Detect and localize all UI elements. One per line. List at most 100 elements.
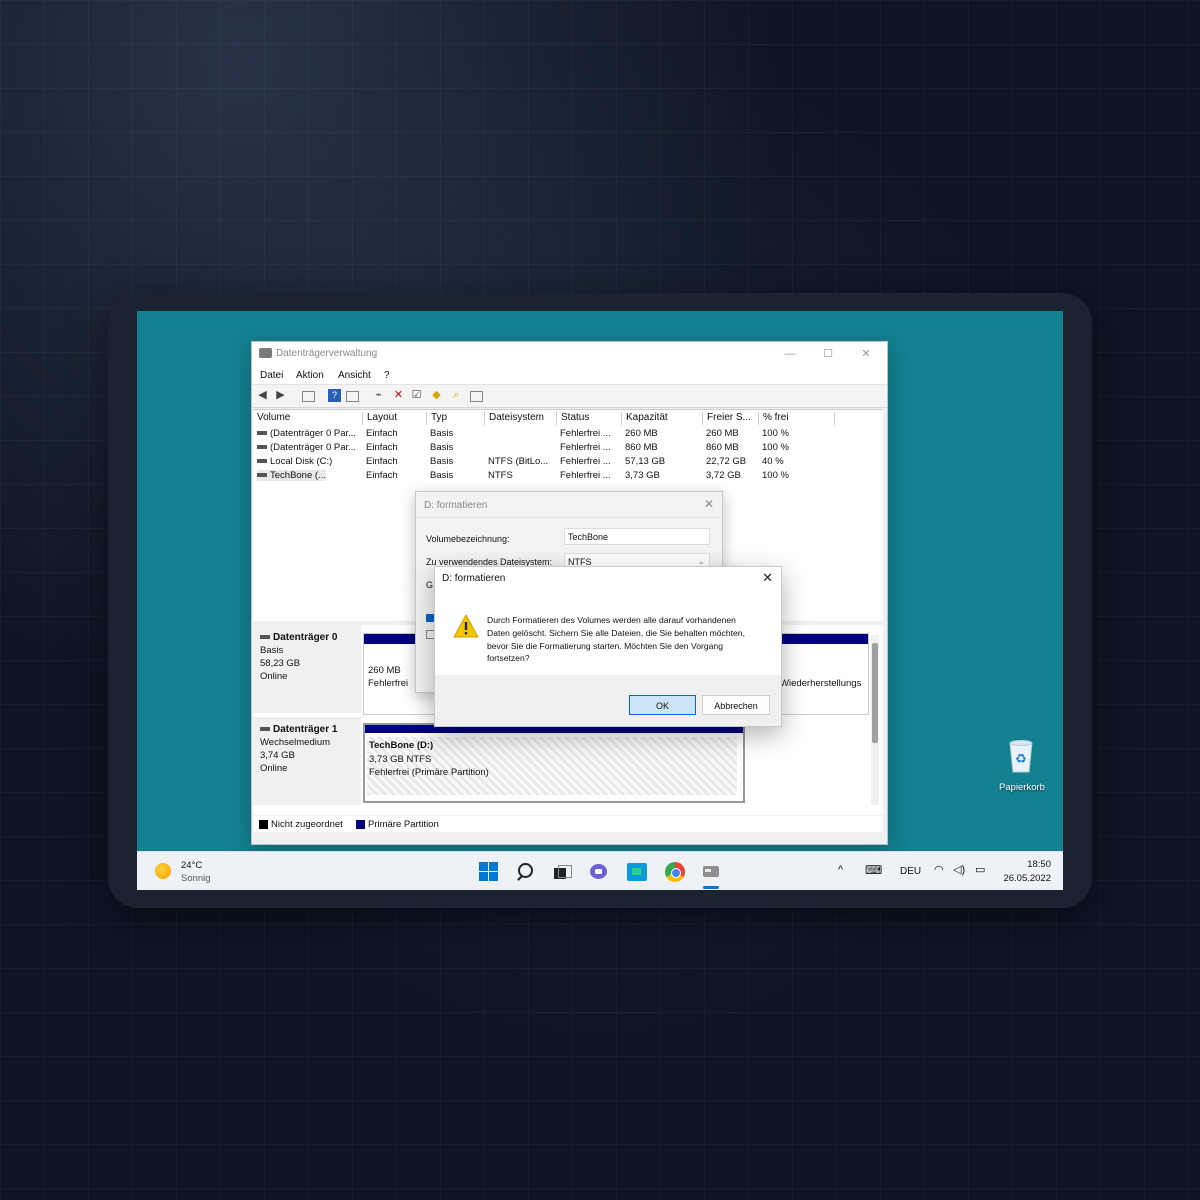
- close-button[interactable]: ✕: [855, 346, 877, 362]
- maximize-button[interactable]: ☐: [817, 346, 839, 362]
- drive-icon: [257, 445, 267, 450]
- confirm-dialog-title: D: formatieren: [442, 573, 506, 584]
- cancel-button[interactable]: Abbrechen: [702, 695, 770, 715]
- disk0-status: Online: [260, 671, 288, 682]
- menu-ansicht[interactable]: Ansicht: [338, 370, 371, 381]
- confirm-dialog: D: formatieren ✕ Durch Formatieren des V…: [434, 566, 782, 727]
- help-icon[interactable]: ?: [328, 389, 341, 402]
- task-view-icon[interactable]: [552, 862, 572, 882]
- col-typ[interactable]: Typ: [426, 412, 447, 425]
- settings-icon[interactable]: [470, 391, 483, 402]
- col-dateisystem[interactable]: Dateisystem: [484, 412, 544, 425]
- table-row[interactable]: Local Disk (C:) Einfach Basis NTFS (BitL…: [253, 455, 883, 469]
- disk1-status: Online: [260, 763, 288, 774]
- format-dialog-title: D: formatieren: [424, 500, 488, 511]
- disk0-partition1[interactable]: 260 MB Fehlerfrei: [368, 664, 408, 690]
- legend-primary-swatch: [356, 820, 365, 829]
- volume-icon[interactable]: ◁): [953, 863, 965, 876]
- desktop-screen: Datenträgerverwaltung — ☐ ✕ Datei Aktion…: [137, 311, 1063, 890]
- scrollbar-thumb[interactable]: [872, 643, 878, 743]
- volume-list-header: Volume Layout Typ Dateisystem Status Kap…: [253, 409, 883, 426]
- toolbar: ◀ ▶ ? ⌁ ✕ ☑ ◆ ⌕: [252, 384, 887, 408]
- menu-bar: Datei Aktion Ansicht ?: [252, 366, 887, 384]
- minimize-button[interactable]: —: [779, 346, 801, 362]
- ok-button[interactable]: OK: [629, 695, 696, 715]
- disk-management-taskbar-icon[interactable]: [701, 862, 721, 882]
- svg-text:♻: ♻: [1015, 752, 1027, 767]
- app-icon: [259, 348, 272, 358]
- battery-icon[interactable]: ▭: [975, 863, 985, 876]
- properties-icon[interactable]: [346, 391, 359, 402]
- store-icon[interactable]: [627, 862, 647, 882]
- legend-primary: Primäre Partition: [368, 819, 439, 830]
- col-freier[interactable]: Freier S...: [702, 412, 751, 425]
- partition-size: 3,73 GB NTFS: [369, 753, 432, 765]
- clock[interactable]: 18:50 26.05.2022: [1001, 858, 1051, 886]
- table-row[interactable]: (Datenträger 0 Par... Einfach Basis Fehl…: [253, 427, 883, 441]
- format-dialog-close-button[interactable]: ✕: [704, 497, 714, 511]
- weather-widget[interactable]: 24°C Sonnig: [181, 859, 211, 885]
- search-icon[interactable]: ⌕: [450, 389, 463, 402]
- title-bar: Datenträgerverwaltung — ☐ ✕: [252, 342, 887, 366]
- disk1-partition[interactable]: TechBone (D:) 3,73 GB NTFS Fehlerfrei (P…: [363, 723, 745, 803]
- forward-arrow-icon[interactable]: ▶: [274, 389, 287, 402]
- volume-name-input[interactable]: TechBone: [564, 528, 710, 545]
- drive-icon: [257, 431, 267, 436]
- scrollbar[interactable]: [871, 635, 879, 805]
- back-arrow-icon[interactable]: ◀: [256, 389, 269, 402]
- check-icon[interactable]: ☑: [410, 389, 423, 402]
- add-icon[interactable]: ◆: [430, 389, 443, 402]
- recycle-bin[interactable]: ♻ Papierkorb: [999, 739, 1045, 793]
- legend-unallocated: Nicht zugeordnet: [271, 819, 343, 830]
- search-icon[interactable]: [516, 862, 536, 882]
- col-prozent-frei[interactable]: % frei: [758, 412, 789, 425]
- chevron-up-icon[interactable]: ^: [838, 864, 843, 876]
- active-indicator: [703, 886, 719, 889]
- keyboard-icon[interactable]: ⌨: [865, 863, 882, 877]
- delete-icon[interactable]: ✕: [392, 389, 405, 402]
- disk0-label[interactable]: Datenträger 0 Basis 58,23 GB Online: [253, 625, 361, 713]
- legend-unallocated-swatch: [259, 820, 268, 829]
- connect-icon[interactable]: ⌁: [372, 389, 385, 402]
- confirm-dialog-close-button[interactable]: ✕: [762, 570, 773, 586]
- confirm-message: Durch Formatieren des Volumes werden all…: [487, 615, 745, 664]
- clock-date: 26.05.2022: [1003, 873, 1051, 884]
- taskbar: 24°C Sonnig ^ ⌨ DEU ◠ ◁) ▭ 18:50 26.05.2…: [137, 851, 1063, 890]
- window-title: Datenträgerverwaltung: [276, 348, 378, 359]
- col-kapazitat[interactable]: Kapazität: [621, 412, 668, 425]
- chat-icon[interactable]: [589, 862, 609, 882]
- disk1-size: 3,74 GB: [260, 750, 295, 761]
- disk0-type: Basis: [260, 645, 284, 656]
- drive-icon: [257, 473, 267, 478]
- warning-icon: [453, 614, 479, 638]
- view-icon[interactable]: [302, 391, 315, 402]
- chrome-icon[interactable]: [665, 862, 685, 882]
- drive-icon: [257, 459, 267, 464]
- quick-format-checkbox[interactable]: [426, 614, 434, 622]
- col-status[interactable]: Status: [556, 412, 589, 425]
- language-indicator[interactable]: DEU: [900, 866, 921, 877]
- table-row[interactable]: (Datenträger 0 Par... Einfach Basis Fehl…: [253, 441, 883, 455]
- disk0-name: Datenträger 0: [273, 632, 338, 643]
- volume-label: Volumebezeichnung:: [426, 534, 510, 544]
- menu-datei[interactable]: Datei: [260, 370, 283, 381]
- recovery-partition-status[interactable]: Wiederherstellungs: [780, 678, 861, 689]
- col-layout[interactable]: Layout: [362, 412, 397, 425]
- menu-help[interactable]: ?: [384, 370, 390, 381]
- sun-icon[interactable]: [155, 863, 171, 879]
- partial-label: G: [426, 580, 434, 590]
- col-volume[interactable]: Volume: [253, 412, 290, 425]
- recycle-bin-label: Papierkorb: [999, 782, 1045, 793]
- partition1-size: 260 MB: [368, 665, 401, 676]
- recycle-bin-icon: ♻: [1009, 740, 1033, 773]
- menu-aktion[interactable]: Aktion: [296, 370, 324, 381]
- wifi-icon[interactable]: ◠: [934, 863, 944, 876]
- col-spacer: [834, 412, 839, 425]
- clock-time: 18:50: [1027, 859, 1051, 870]
- disk1-partition-text: TechBone (D:) 3,73 GB NTFS Fehlerfrei (P…: [369, 739, 489, 780]
- start-button[interactable]: [479, 862, 499, 882]
- table-row-selected[interactable]: TechBone (... Einfach Basis NTFS Fehlerf…: [253, 469, 883, 483]
- disk0-size: 58,23 GB: [260, 658, 301, 669]
- disk1-label[interactable]: Datenträger 1 Wechselmedium 3,74 GB Onli…: [253, 717, 361, 805]
- disk1-name: Datenträger 1: [273, 724, 338, 735]
